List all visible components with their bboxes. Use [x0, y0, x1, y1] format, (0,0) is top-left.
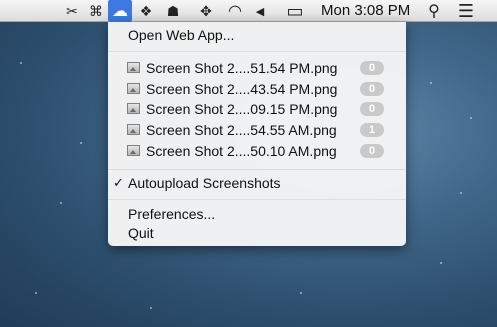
checkmark-icon: ✓ [113, 175, 124, 190]
quit-label: Quit [128, 225, 154, 241]
file-name: Screen Shot 2....54.55 AM.png [146, 122, 337, 138]
cloud-dropdown-menu: Open Web App... Screen Shot 2....51.54 P… [108, 22, 406, 246]
view-count-badge: 1 [360, 123, 384, 137]
volume-icon[interactable]: ◀ [252, 0, 268, 22]
puzzle-icon[interactable]: ⌘ [86, 0, 106, 22]
menubar-clock[interactable]: Mon 3:08 PM [321, 0, 410, 22]
menu-separator [108, 51, 406, 52]
image-file-icon [127, 83, 140, 94]
autoupload-screenshots-item[interactable]: ✓ Autoupload Screenshots [108, 173, 406, 193]
search-icon[interactable]: ⚲ [424, 0, 444, 22]
file-item[interactable]: Screen Shot 2....51.54 PM.png 0 [108, 58, 406, 78]
open-web-app-item[interactable]: Open Web App... [108, 25, 406, 45]
file-name: Screen Shot 2....51.54 PM.png [146, 60, 338, 76]
view-count-badge: 0 [360, 144, 384, 158]
battery-icon[interactable]: ▭ [282, 0, 308, 22]
view-count-badge: 0 [360, 102, 384, 116]
menu-separator [108, 199, 406, 200]
quit-item[interactable]: Quit [108, 223, 406, 243]
image-file-icon [127, 62, 140, 73]
image-file-icon [127, 124, 140, 135]
menu-separator [108, 169, 406, 170]
dropbox-icon[interactable]: ❖ [136, 0, 156, 22]
image-file-icon [127, 145, 140, 156]
menu-bar: ✂ ⌘ ☁ ❖ ☗ ✥ ◠ ◀ ▭ Mon 3:08 PM ⚲ ☰ [0, 0, 497, 22]
preferences-item[interactable]: Preferences... [108, 204, 406, 224]
file-item[interactable]: Screen Shot 2....50.10 AM.png 0 [108, 141, 406, 161]
autoupload-label: Autoupload Screenshots [128, 175, 281, 191]
move-icon[interactable]: ✥ [196, 0, 216, 22]
list-icon[interactable]: ☰ [454, 0, 478, 22]
file-item[interactable]: Screen Shot 2....43.54 PM.png 0 [108, 79, 406, 99]
file-name: Screen Shot 2....43.54 PM.png [146, 81, 338, 97]
wifi-icon[interactable]: ◠ [224, 0, 246, 22]
view-count-badge: 0 [360, 82, 384, 96]
file-item[interactable]: Screen Shot 2....54.55 AM.png 1 [108, 120, 406, 140]
file-name: Screen Shot 2....50.10 AM.png [146, 143, 337, 159]
file-name: Screen Shot 2....09.15 PM.png [146, 101, 338, 117]
file-item[interactable]: Screen Shot 2....09.15 PM.png 0 [108, 99, 406, 119]
hat-icon[interactable]: ☗ [162, 0, 184, 22]
scissors-icon[interactable]: ✂ [62, 0, 82, 22]
preferences-label: Preferences... [128, 206, 216, 222]
cloud-icon[interactable]: ☁ [108, 0, 132, 22]
open-web-app-label: Open Web App... [128, 27, 235, 43]
view-count-badge: 0 [360, 61, 384, 75]
image-file-icon [127, 103, 140, 114]
